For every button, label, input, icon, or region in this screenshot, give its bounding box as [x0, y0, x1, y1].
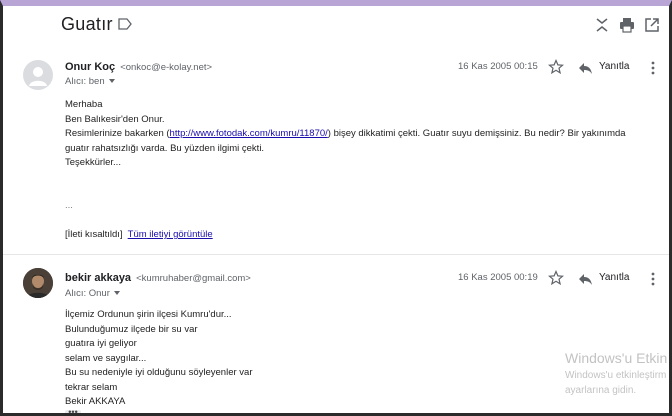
more-vert-icon[interactable] [646, 60, 660, 76]
body-line: guatır rahatsızlığı varda. Bu yüzden ilg… [65, 142, 265, 154]
body-line: Bulunduğumuz ilçede bir su var [65, 323, 198, 335]
activation-watermark-title: Windows'u Etkin [565, 350, 668, 366]
collapse-icon[interactable] [593, 16, 611, 34]
avatar[interactable] [23, 268, 53, 298]
print-icon[interactable] [618, 16, 636, 34]
reply-button[interactable]: Yanıtla [599, 61, 629, 72]
clipped-notice: [İleti kısaltıldı] Tüm iletiyi görüntüle [65, 228, 655, 243]
body-line: Merhaba [65, 99, 103, 110]
trimmed-ellipsis[interactable]: ... [65, 199, 655, 214]
body-line: Resimlerinize bakarken (http://www.fotod… [65, 127, 655, 142]
recipient-label: Alıcı: ben [65, 76, 105, 87]
reply-icon[interactable] [577, 60, 593, 76]
recipient-line[interactable]: Alıcı: ben [65, 76, 115, 87]
recipient-line[interactable]: Alıcı: Onur [65, 288, 120, 299]
thread-header: Guatır [3, 6, 669, 42]
sender-email: <onkoc@e-kolay.net> [120, 62, 213, 73]
body-text: Resimlerinize bakarken ( [65, 128, 170, 139]
sender[interactable]: bekir akkaya <kumruhaber@gmail.com> [65, 272, 251, 284]
more-vert-icon[interactable] [646, 271, 660, 287]
thread-subject: Guatır [61, 14, 113, 34]
body-line: Bekir AKKAYA [65, 396, 126, 407]
body-line: İlçemiz Ordunun şirin ilçesi Kumru'dur..… [65, 309, 232, 320]
show-trimmed-content-button[interactable]: ••• [65, 408, 81, 413]
clipped-label: [İleti kısaltıldı] [65, 229, 123, 240]
sender-name: bekir akkaya [65, 272, 132, 284]
reply-icon[interactable] [577, 271, 593, 287]
activation-watermark-line: Windows'u etkinleştirm [565, 370, 667, 381]
body-text: ) bişey dikkatimi çekti. Guatır suyu dem… [327, 128, 626, 139]
avatar[interactable] [23, 60, 53, 90]
message-date: 16 Kas 2005 00:15 [458, 61, 538, 72]
photo-link[interactable]: http://www.fotodak.com/kumru/11870/ [170, 128, 328, 139]
message-date: 16 Kas 2005 00:19 [458, 272, 538, 283]
body-line: Ben Balıkesir'den Onur. [65, 113, 165, 125]
recipient-label: Alıcı: Onur [65, 288, 110, 299]
sender-email: <kumruhaber@gmail.com> [136, 273, 251, 284]
chevron-down-icon[interactable] [108, 79, 115, 84]
label-icon[interactable] [117, 17, 133, 31]
view-entire-message-link[interactable]: Tüm iletiyi görüntüle [128, 229, 213, 240]
gmail-thread-window: Guatır Onur Koç <onkoc@e-kolay.net> Alıc… [0, 0, 672, 416]
message-body: Merhaba Ben Balıkesir'den Onur. Resimler… [65, 98, 655, 171]
activation-watermark-line: ayarlarına gidin. [565, 385, 637, 396]
sender-name: Onur Koç [65, 61, 116, 73]
chevron-down-icon[interactable] [113, 291, 120, 296]
star-icon[interactable] [547, 269, 565, 286]
reply-button[interactable]: Yanıtla [599, 272, 629, 283]
open-in-new-icon[interactable] [643, 16, 661, 34]
star-icon[interactable] [547, 58, 565, 75]
body-line: Teşekkürler... [65, 157, 121, 168]
message-divider [3, 254, 669, 255]
sender[interactable]: Onur Koç <onkoc@e-kolay.net> [65, 61, 212, 73]
